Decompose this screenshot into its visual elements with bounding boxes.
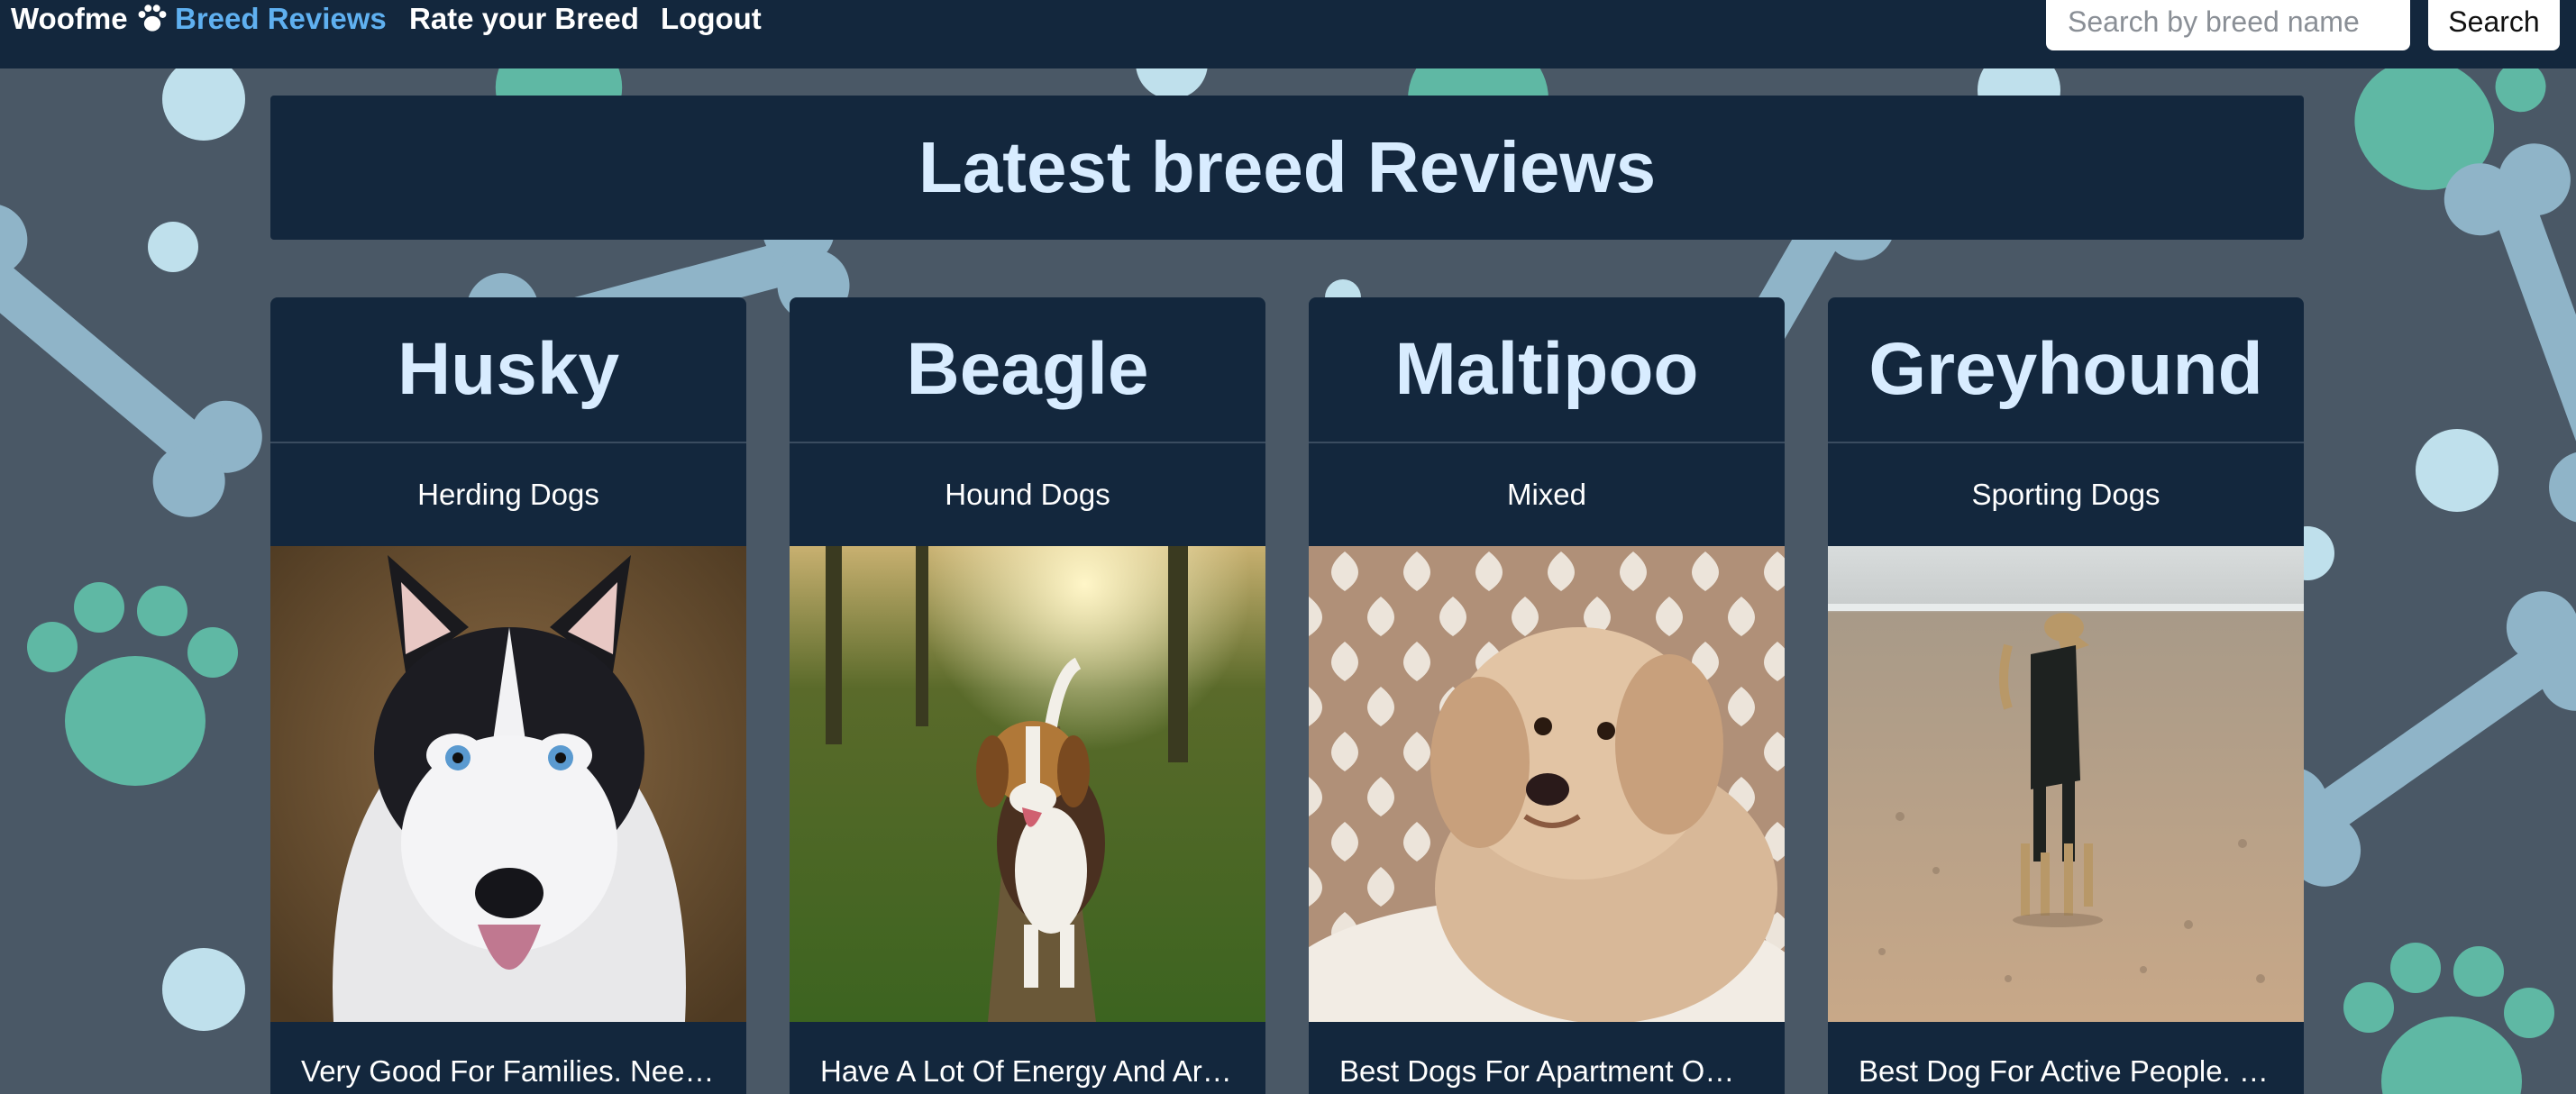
breed-name: Husky (270, 297, 746, 443)
beagle-photo[interactable] (790, 546, 1265, 1022)
breed-description: Best Dogs For Apartment Ow… (1339, 1054, 1757, 1088)
nav-link-rate-your-breed[interactable]: Rate your Breed (409, 0, 639, 38)
navbar: Woofme Breed Reviews Rate your Breed Log… (0, 0, 2576, 68)
breed-card-beagle[interactable]: Beagle Hound Dogs Have A Lot Of Energy A… (790, 297, 1265, 1094)
breed-description: Very Good For Families. Need… (301, 1054, 731, 1088)
breed-name: Beagle (790, 297, 1265, 443)
paw-icon (138, 5, 166, 32)
breed-name: Greyhound (1828, 297, 2304, 443)
page-title: Latest breed Reviews (918, 127, 1657, 207)
search-input[interactable] (2046, 0, 2410, 50)
breed-card-maltipoo[interactable]: Maltipoo Mixed Best Dogs For Apartment O… (1309, 297, 1785, 1094)
breed-description: Have A Lot Of Energy And Ar… (820, 1054, 1232, 1088)
breed-group: Hound Dogs (945, 478, 1110, 511)
greyhound-photo[interactable] (1828, 546, 2304, 1022)
brand-logo[interactable]: Woofme (11, 0, 168, 38)
search-button[interactable]: Search (2428, 0, 2560, 50)
breed-group: Herding Dogs (417, 478, 599, 511)
maltipoo-photo[interactable] (1309, 546, 1785, 1022)
breed-card-greyhound[interactable]: Greyhound Sporting Dogs Best Dog For Act… (1828, 297, 2304, 1094)
breed-card-husky[interactable]: Husky Herding Dogs Very Good For Familie… (270, 297, 746, 1094)
nav-link-logout[interactable]: Logout (661, 0, 762, 38)
breed-group: Sporting Dogs (1971, 478, 2160, 511)
husky-photo[interactable] (270, 546, 746, 1022)
breed-name: Maltipoo (1309, 297, 1785, 443)
page-header: Latest breed Reviews (270, 96, 2304, 240)
brand-name: Woofme (11, 2, 128, 35)
breed-group: Mixed (1506, 478, 1587, 511)
breed-description: Best Dog For Active People. … (1859, 1054, 2269, 1088)
nav-link-breed-reviews[interactable]: Breed Reviews (175, 0, 387, 38)
